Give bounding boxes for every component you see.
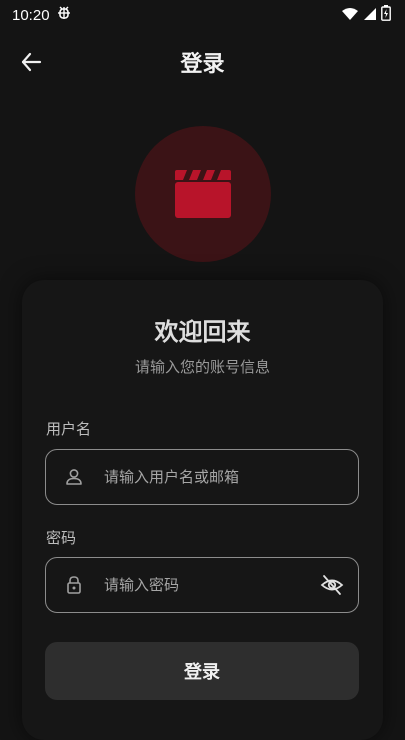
person-icon	[66, 469, 82, 485]
logo-circle	[135, 126, 271, 262]
clapperboard-icon	[175, 170, 231, 218]
welcome-title: 欢迎回来	[154, 318, 251, 346]
debug-bug-icon	[56, 5, 72, 25]
status-time: 10:20	[12, 6, 50, 24]
lock-icon	[67, 576, 81, 594]
password-input[interactable]	[104, 558, 304, 612]
status-left: 10:20	[12, 5, 72, 25]
eye-off-icon	[320, 575, 344, 595]
page-title: 登录	[180, 52, 225, 77]
login-button[interactable]: 登录	[45, 642, 359, 700]
password-label: 密码	[46, 529, 77, 547]
status-bar: 10:20	[0, 0, 405, 30]
app-bar: 登录	[0, 36, 405, 88]
username-input[interactable]	[104, 450, 304, 504]
password-visibility-toggle[interactable]	[320, 573, 344, 597]
status-right	[341, 5, 391, 25]
signal-icon	[363, 6, 377, 25]
password-field-container[interactable]	[45, 557, 359, 613]
wifi-icon	[341, 6, 359, 25]
welcome-subtitle: 请输入您的账号信息	[134, 358, 270, 376]
username-field-container[interactable]	[45, 449, 359, 505]
battery-icon	[381, 5, 391, 25]
username-label: 用户名	[46, 420, 92, 438]
